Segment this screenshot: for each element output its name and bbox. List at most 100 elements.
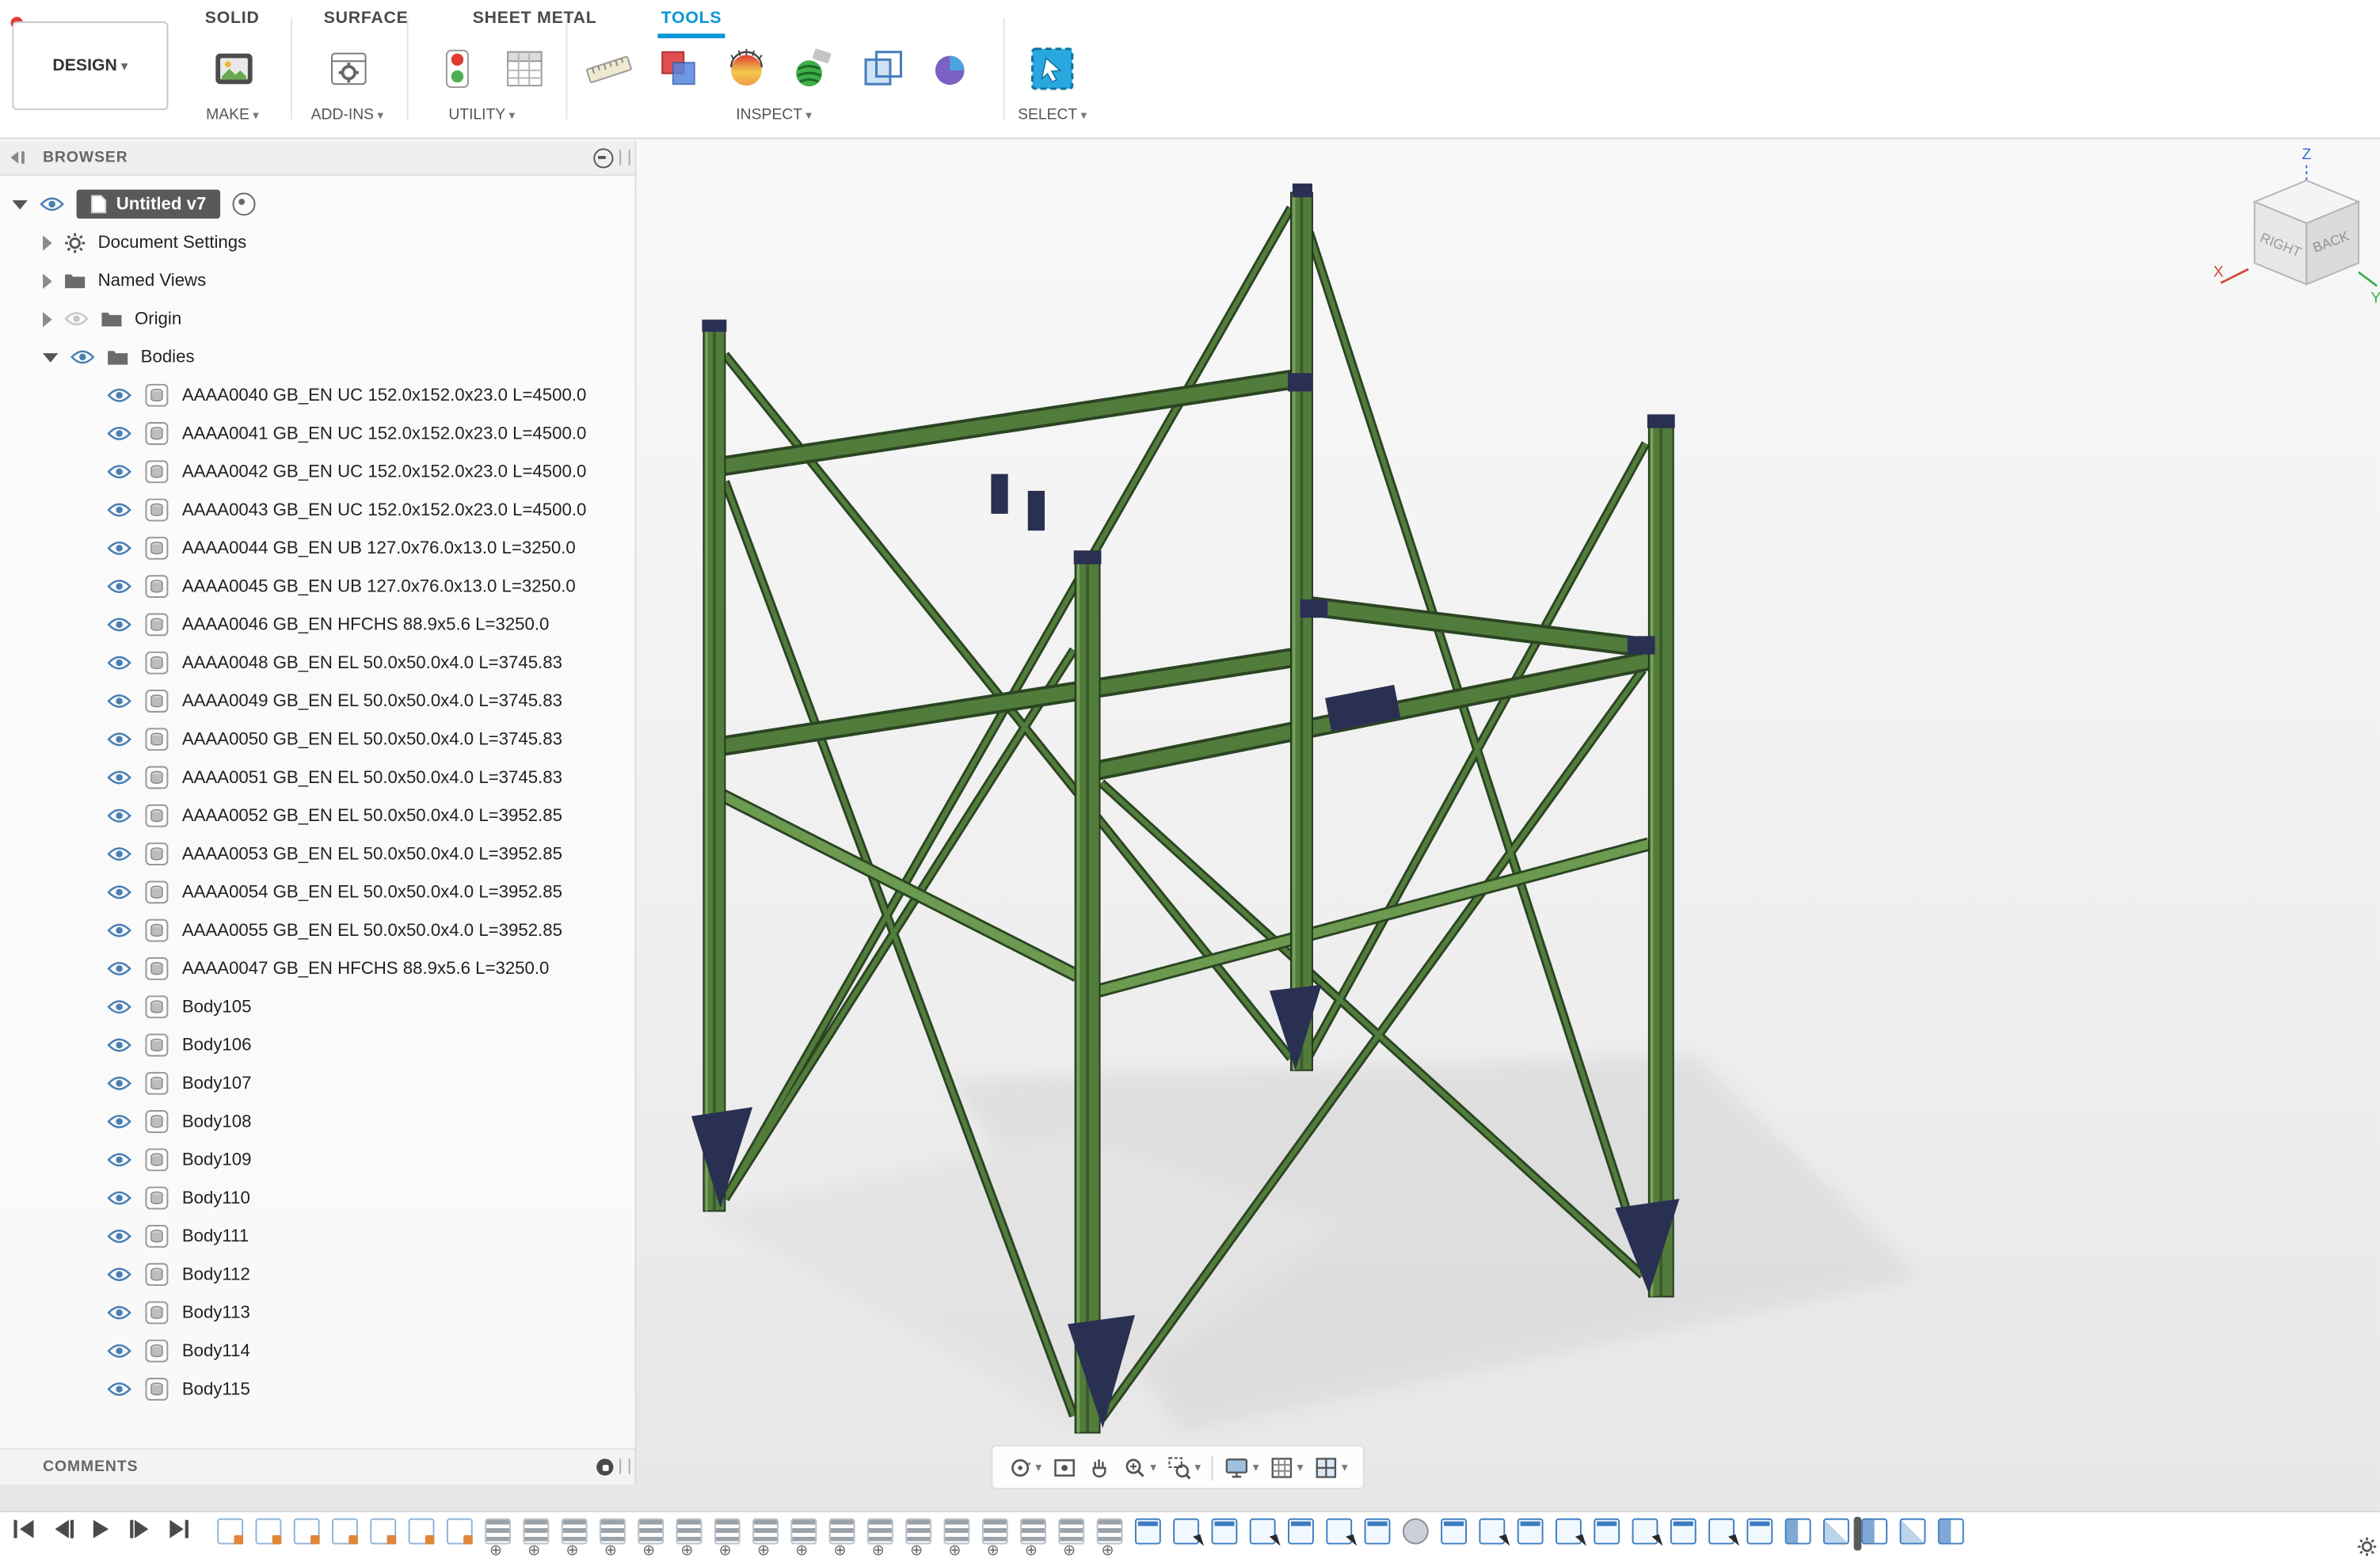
timeline-feature-icon[interactable] (1479, 1519, 1505, 1545)
expand-triangle-icon[interactable] (43, 311, 52, 326)
make-group-label[interactable]: MAKE (181, 107, 284, 124)
visibility-eye-icon[interactable] (107, 540, 131, 557)
body-row[interactable]: AAAA0052 GB_EN EL 50.0x50.0x4.0 L=3952.8… (0, 797, 634, 835)
timeline-feature-icon[interactable] (1670, 1519, 1696, 1545)
step-back-button[interactable] (51, 1519, 75, 1538)
timeline-feature-icon[interactable] (1173, 1519, 1199, 1545)
visibility-eye-icon[interactable] (107, 425, 131, 442)
timeline-feature-icon[interactable] (714, 1519, 741, 1545)
go-to-end-button[interactable] (166, 1519, 190, 1538)
timeline-feature-icon[interactable] (1365, 1519, 1391, 1545)
utility-stoplight-button[interactable] (433, 43, 482, 95)
visibility-eye-icon[interactable] (70, 348, 95, 365)
zoom-window-button[interactable]: ▾ (1167, 1455, 1201, 1480)
timeline-feature-icon[interactable] (638, 1519, 664, 1545)
timeline-feature-icon[interactable] (1212, 1519, 1238, 1545)
visibility-eye-icon[interactable] (107, 655, 131, 671)
timeline-feature-icon[interactable] (1097, 1519, 1123, 1545)
timeline-feature-icon[interactable] (256, 1519, 282, 1545)
active-document-pill[interactable]: Untitled v7 (77, 189, 220, 219)
body-row[interactable]: Body114 (0, 1332, 634, 1370)
visibility-eye-icon[interactable] (107, 463, 131, 480)
visibility-eye-icon[interactable] (107, 1189, 131, 1206)
body-row[interactable]: AAAA0045 GB_EN UB 127.0x76.0x13.0 L=3250… (0, 567, 634, 605)
timeline-feature-icon[interactable] (790, 1519, 817, 1545)
measure-button[interactable] (585, 43, 634, 95)
timeline-feature-icon[interactable] (1861, 1519, 1887, 1545)
visibility-eye-icon[interactable] (107, 846, 131, 862)
tab-sheet-metal[interactable]: SHEET METAL (470, 6, 600, 39)
timeline-feature-icon[interactable] (1058, 1519, 1084, 1545)
tree-row-document-settings[interactable]: Document Settings (0, 223, 634, 261)
tab-surface[interactable]: SURFACE (321, 6, 412, 39)
zebra-analysis-button[interactable] (788, 43, 837, 95)
body-row[interactable]: AAAA0046 GB_EN HFCHS 88.9x5.6 L=3250.0 (0, 606, 634, 644)
timeline-feature-icon[interactable] (370, 1519, 396, 1545)
timeline-feature-icon[interactable] (1900, 1519, 1926, 1545)
draft-analysis-button[interactable] (927, 43, 976, 95)
timeline-feature-icon[interactable] (1785, 1519, 1811, 1545)
tab-tools[interactable]: TOOLS (658, 6, 725, 39)
visibility-eye-icon[interactable] (107, 808, 131, 824)
body-row[interactable]: Body115 (0, 1370, 634, 1408)
timeline-feature-icon[interactable] (1517, 1519, 1544, 1545)
timeline-feature-icon[interactable] (1632, 1519, 1658, 1545)
comments-bar[interactable]: COMMENTS (0, 1448, 636, 1485)
body-row[interactable]: AAAA0040 GB_EN UC 152.0x152.0x23.0 L=450… (0, 376, 634, 414)
timeline-feature-icon[interactable] (1938, 1519, 1964, 1545)
timeline-feature-icon[interactable] (676, 1519, 703, 1545)
body-row[interactable]: Body107 (0, 1064, 634, 1102)
timeline-feature-icon[interactable] (562, 1519, 588, 1545)
expand-comments-icon[interactable] (596, 1458, 613, 1475)
timeline-feature-icon[interactable] (829, 1519, 855, 1545)
timeline-feature-icon[interactable] (752, 1519, 779, 1545)
timeline-feature-icon[interactable] (1746, 1519, 1773, 1545)
add-ins-group-label[interactable]: ADD-INS (295, 107, 399, 124)
select-group-label[interactable]: SELECT (1000, 107, 1104, 124)
visibility-eye-icon[interactable] (107, 1343, 131, 1359)
minimize-browser-icon[interactable] (593, 148, 613, 168)
visibility-eye-icon[interactable] (107, 1266, 131, 1283)
body-row[interactable]: Body111 (0, 1217, 634, 1255)
body-row[interactable]: AAAA0043 GB_EN UC 152.0x152.0x23.0 L=450… (0, 491, 634, 529)
display-settings-button[interactable]: ▾ (1224, 1455, 1259, 1480)
timeline-feature-icon[interactable] (600, 1519, 626, 1545)
visibility-eye-icon[interactable] (107, 1228, 131, 1245)
timeline-feature-icon[interactable] (1441, 1519, 1467, 1545)
visibility-eye-icon[interactable] (107, 693, 131, 709)
visibility-eye-icon[interactable] (107, 501, 131, 518)
tree-row-origin[interactable]: Origin (0, 300, 634, 338)
timeline-feature-icon[interactable] (982, 1519, 1008, 1545)
body-row[interactable]: AAAA0050 GB_EN EL 50.0x50.0x4.0 L=3745.8… (0, 721, 634, 759)
body-row[interactable]: Body110 (0, 1179, 634, 1217)
timeline-feature-icon[interactable] (1823, 1519, 1849, 1545)
utility-table-button[interactable] (501, 43, 550, 95)
body-row[interactable]: AAAA0047 GB_EN HFCHS 88.9x5.6 L=3250.0 (0, 949, 634, 987)
inspect-group-label[interactable]: INSPECT (722, 107, 826, 124)
pan-button[interactable] (1087, 1455, 1112, 1480)
body-row[interactable]: Body112 (0, 1256, 634, 1294)
visibility-eye-icon[interactable] (107, 922, 131, 939)
expand-triangle-icon[interactable] (43, 234, 52, 249)
visibility-eye-icon[interactable] (107, 1304, 131, 1321)
timeline-feature-icon[interactable] (332, 1519, 358, 1545)
body-row[interactable]: Body106 (0, 1026, 634, 1064)
visibility-eye-off-icon[interactable] (64, 310, 89, 327)
timeline-settings-gear-icon[interactable] (2357, 1537, 2377, 1559)
timeline-scrollbar-handle[interactable] (1854, 1517, 1862, 1550)
tree-row-named-views[interactable]: Named Views (0, 261, 634, 299)
timeline-feature-icon[interactable] (523, 1519, 549, 1545)
select-button[interactable] (1028, 43, 1077, 95)
visibility-eye-icon[interactable] (107, 884, 131, 900)
curvature-comb-button[interactable] (722, 43, 771, 95)
orbit-button[interactable]: ▾ (1008, 1455, 1042, 1480)
timeline-feature-icon[interactable] (944, 1519, 970, 1545)
timeline-feature-icon[interactable] (217, 1519, 243, 1545)
look-at-button[interactable] (1053, 1455, 1077, 1480)
timeline-feature-icon[interactable] (1403, 1519, 1429, 1545)
make-3d-print-button[interactable] (210, 43, 259, 95)
visibility-eye-icon[interactable] (107, 578, 131, 595)
body-row[interactable]: AAAA0055 GB_EN EL 50.0x50.0x4.0 L=3952.8… (0, 911, 634, 949)
visibility-eye-icon[interactable] (107, 1113, 131, 1130)
viewports-button[interactable]: ▾ (1314, 1455, 1348, 1480)
